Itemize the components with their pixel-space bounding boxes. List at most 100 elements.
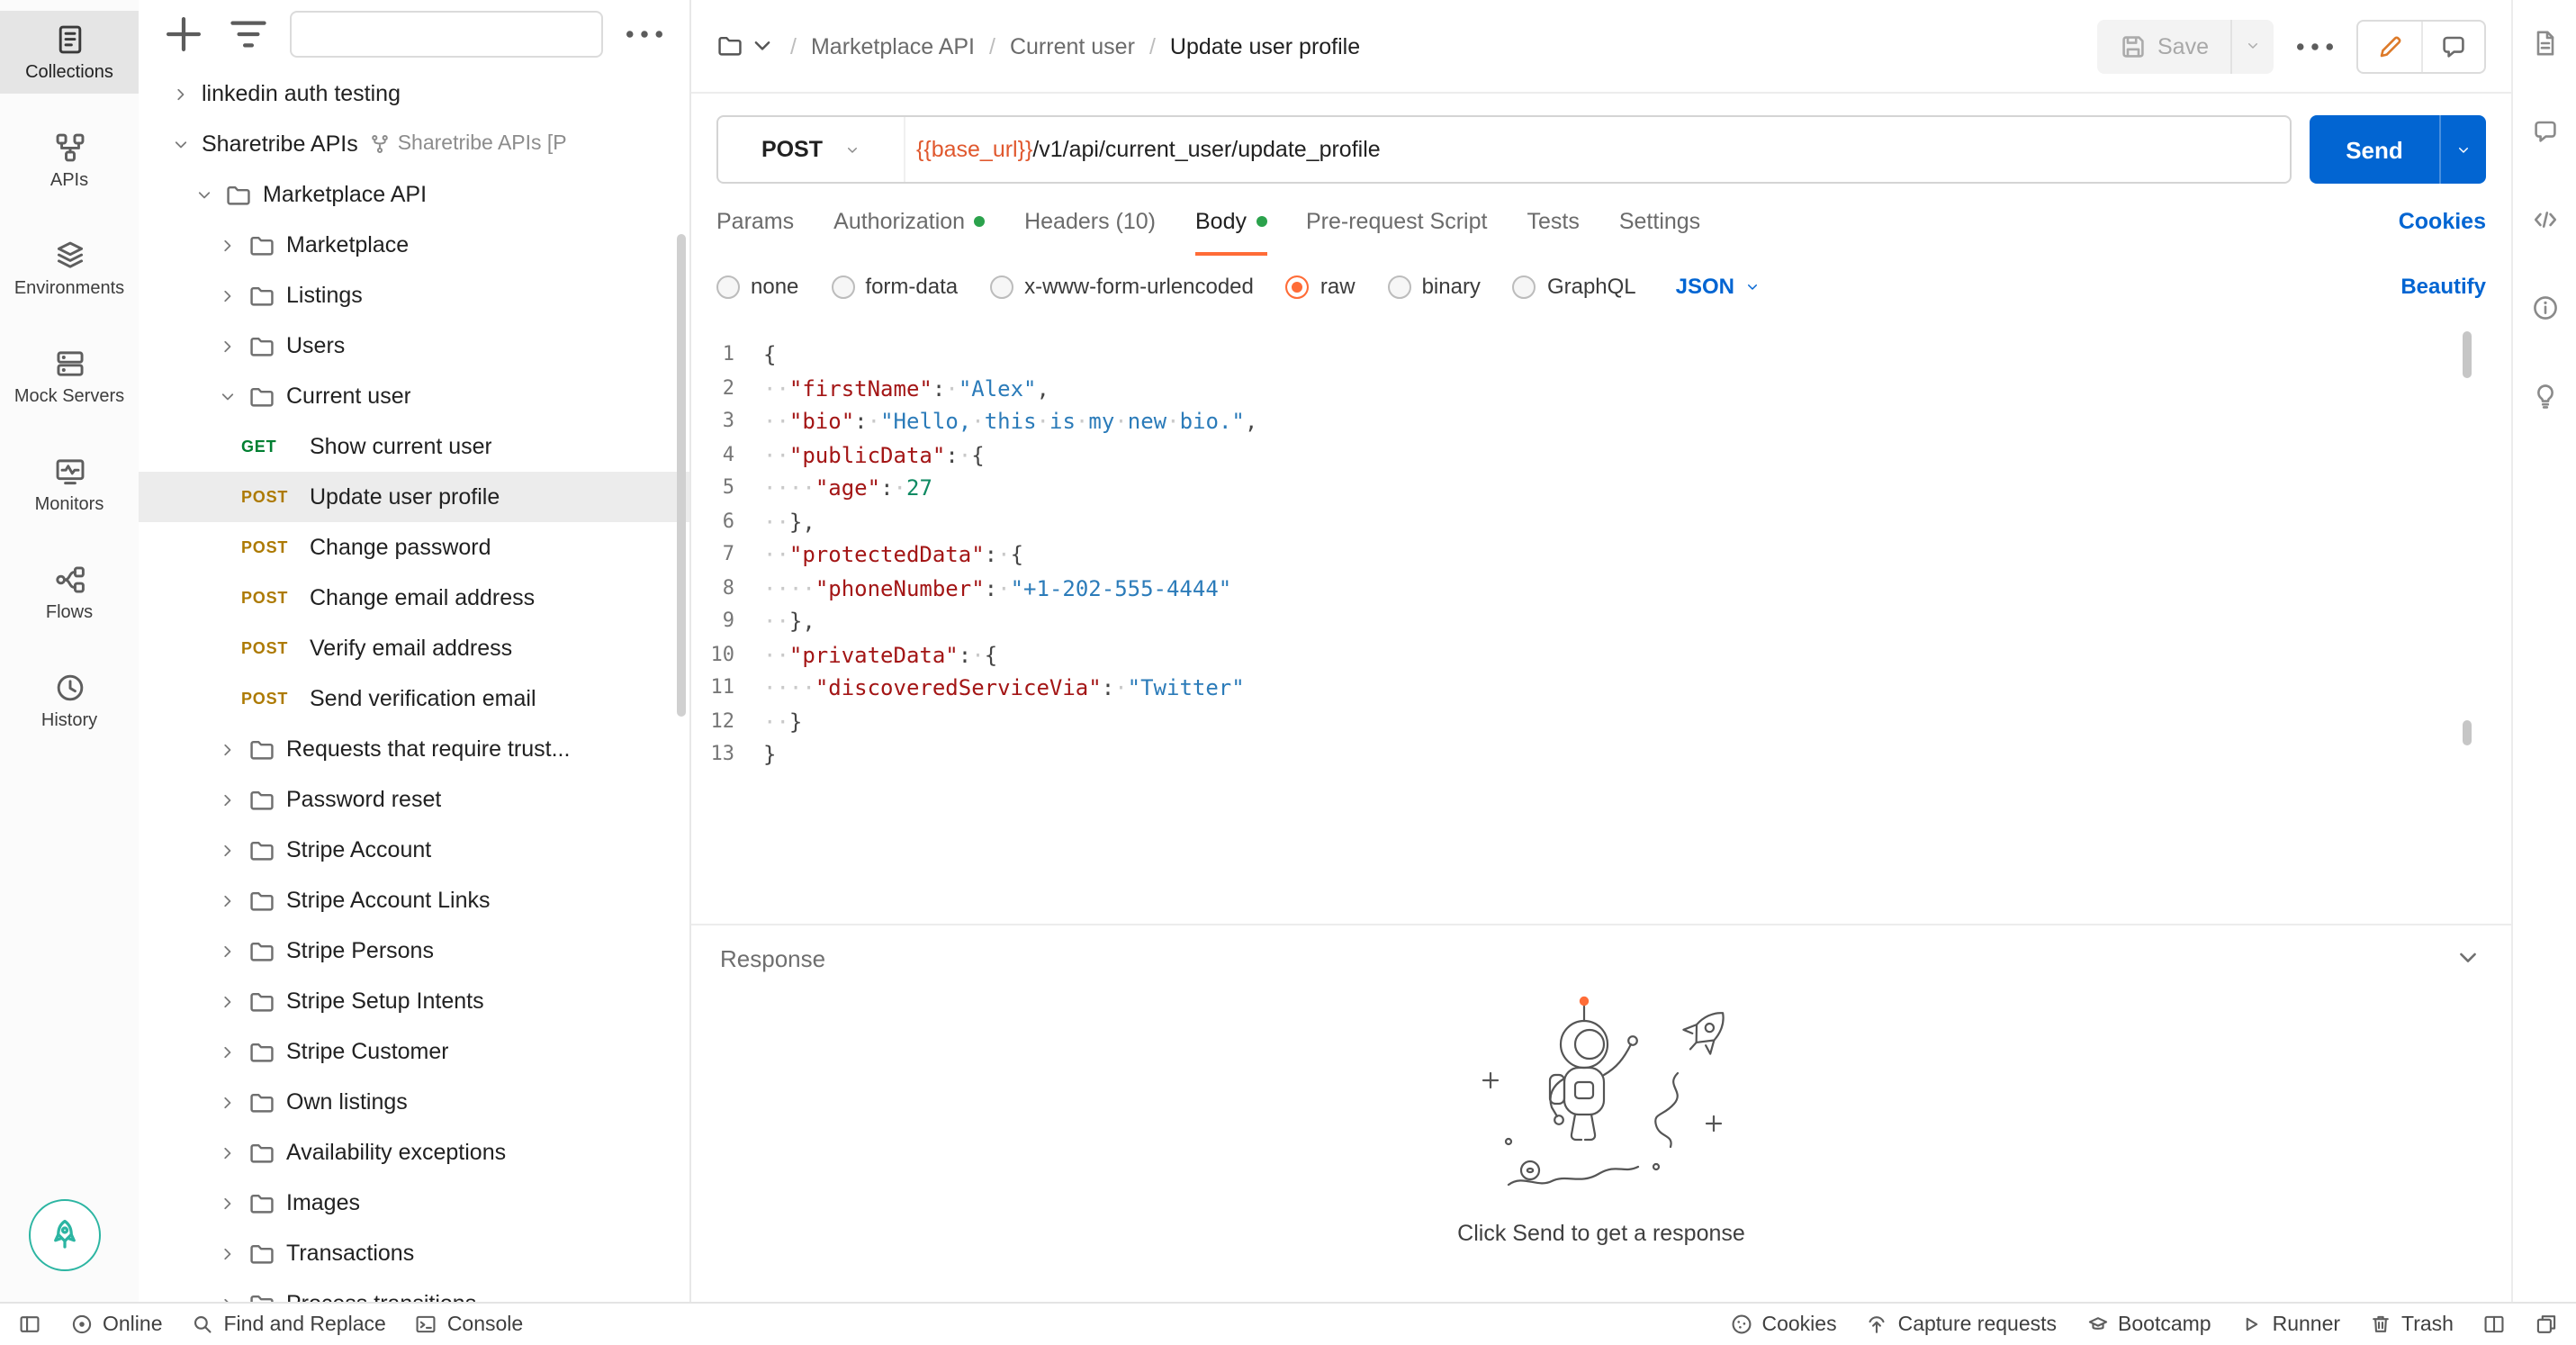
- editor-scrollbar-thumb[interactable]: [2463, 720, 2472, 745]
- sidebar-search-input[interactable]: [290, 11, 603, 58]
- status-runner[interactable]: Runner: [2240, 1313, 2340, 1336]
- body-type-x-www-form-urlencoded[interactable]: x-www-form-urlencoded: [990, 274, 1254, 299]
- tree-item-stripe-customer[interactable]: Stripe Customer: [139, 1026, 689, 1077]
- save-button[interactable]: Save: [2096, 19, 2230, 73]
- method-select[interactable]: POST: [718, 117, 905, 182]
- tree-item-own-listings[interactable]: Own listings: [139, 1077, 689, 1127]
- tree-item-availability-exceptions[interactable]: Availability exceptions: [139, 1127, 689, 1178]
- breadcrumb-collection[interactable]: Marketplace API: [811, 33, 975, 59]
- status-capture-requests[interactable]: Capture requests: [1866, 1313, 2057, 1336]
- sidebar-scrollbar-thumb[interactable]: [677, 234, 686, 717]
- body-editor[interactable]: 1{2 ··"firstName":·"Alex", 3 ··"bio":·"Hell…: [691, 317, 2511, 925]
- tree-item-linkedin-auth-testing[interactable]: linkedin auth testing: [139, 68, 689, 119]
- workspace-switcher[interactable]: [716, 32, 776, 59]
- rail-item-apis[interactable]: APIs: [0, 119, 139, 202]
- tree-item-update-user-profile[interactable]: POST Update user profile: [139, 472, 689, 522]
- tab-params[interactable]: Params: [716, 187, 794, 256]
- tree-item-send-verification-email[interactable]: POST Send verification email: [139, 673, 689, 724]
- comments-button[interactable]: [2421, 21, 2484, 71]
- comments-icon[interactable]: [2530, 117, 2559, 146]
- tree-item-sharetribe-apis[interactable]: Sharetribe APIs Sharetribe APIs [P: [139, 119, 689, 169]
- code-line[interactable]: 4 ··"publicData":·{: [691, 438, 2511, 472]
- rail-item-mock-servers[interactable]: Mock Servers: [0, 335, 139, 418]
- code-line[interactable]: 7 ··"protectedData":·{: [691, 538, 2511, 572]
- tree-item-users[interactable]: Users: [139, 320, 689, 371]
- code-line[interactable]: 6 ··},: [691, 505, 2511, 538]
- beautify-link[interactable]: Beautify: [2400, 274, 2486, 299]
- code-line[interactable]: 10 ··"privateData":·{: [691, 638, 2511, 672]
- radio-button[interactable]: [716, 275, 740, 298]
- tree-item-process-transitions[interactable]: Process transitions: [139, 1278, 689, 1302]
- status-split-pane-icon[interactable]: [2482, 1313, 2506, 1336]
- send-options-button[interactable]: [2439, 115, 2486, 184]
- tree-item-images[interactable]: Images: [139, 1178, 689, 1228]
- code-snippet-icon[interactable]: [2530, 205, 2559, 234]
- tab-body[interactable]: Body: [1195, 187, 1266, 256]
- url-input[interactable]: {{base_url}}/v1/api/current_user/update_…: [905, 117, 2290, 182]
- tree-item-current-user[interactable]: Current user: [139, 371, 689, 421]
- radio-button[interactable]: [1285, 275, 1310, 298]
- code-line[interactable]: 3 ··"bio":·"Hello,·this·is·my·new·bio.",: [691, 405, 2511, 438]
- tree-item-marketplace-api[interactable]: Marketplace API: [139, 169, 689, 220]
- radio-button[interactable]: [831, 275, 855, 298]
- lightbulb-icon[interactable]: [2530, 382, 2559, 411]
- tree-item-show-current-user[interactable]: GET Show current user: [139, 421, 689, 472]
- filter-button[interactable]: [225, 11, 272, 58]
- tab-pre-request-script[interactable]: Pre-request Script: [1306, 187, 1487, 256]
- tree-item-password-reset[interactable]: Password reset: [139, 774, 689, 825]
- response-collapse-chevron-icon[interactable]: [2454, 943, 2482, 972]
- tree-item-transactions[interactable]: Transactions: [139, 1228, 689, 1278]
- rail-item-monitors[interactable]: Monitors: [0, 443, 139, 526]
- tab-settings[interactable]: Settings: [1619, 187, 1700, 256]
- documentation-icon[interactable]: [2530, 29, 2559, 58]
- send-button[interactable]: Send: [2310, 115, 2439, 184]
- rail-item-flows[interactable]: Flows: [0, 551, 139, 634]
- rail-item-collections[interactable]: Collections: [0, 11, 139, 94]
- cookies-link[interactable]: Cookies: [2399, 209, 2486, 234]
- tab-tests[interactable]: Tests: [1527, 187, 1579, 256]
- code-line[interactable]: 11 ····"discoveredServiceVia":·"Twitter": [691, 672, 2511, 705]
- body-type-form-data[interactable]: form-data: [831, 274, 958, 299]
- tree-item-stripe-persons[interactable]: Stripe Persons: [139, 925, 689, 976]
- radio-button[interactable]: [1387, 275, 1411, 298]
- status-find-and-replace[interactable]: Find and Replace: [192, 1313, 386, 1336]
- request-more-button[interactable]: [2292, 23, 2338, 69]
- code-line[interactable]: 1{: [691, 339, 2511, 372]
- tree-item-change-password[interactable]: POST Change password: [139, 522, 689, 573]
- tree-item-stripe-setup-intents[interactable]: Stripe Setup Intents: [139, 976, 689, 1026]
- status-trash[interactable]: Trash: [2369, 1313, 2454, 1336]
- save-options-button[interactable]: [2230, 19, 2274, 73]
- rail-item-environments[interactable]: Environments: [0, 227, 139, 310]
- language-select[interactable]: JSON: [1676, 274, 1760, 299]
- info-icon[interactable]: [2530, 293, 2559, 322]
- radio-button[interactable]: [990, 275, 1014, 298]
- status-new-window-icon[interactable]: [2535, 1313, 2558, 1336]
- body-type-binary[interactable]: binary: [1387, 274, 1481, 299]
- tab-authorization[interactable]: Authorization: [833, 187, 986, 256]
- tree-item-listings[interactable]: Listings: [139, 270, 689, 320]
- editor-scrollbar-thumb[interactable]: [2463, 331, 2472, 378]
- code-line[interactable]: 12 ··}: [691, 705, 2511, 738]
- edit-mode-button[interactable]: [2358, 21, 2421, 71]
- code-line[interactable]: 5 ····"age":·27: [691, 472, 2511, 505]
- code-line[interactable]: 13}: [691, 738, 2511, 772]
- status-sidebar-toggle-icon[interactable]: [18, 1313, 41, 1336]
- tree-item-requests-that-require-trust[interactable]: Requests that require trust...: [139, 724, 689, 774]
- status-console[interactable]: Console: [415, 1313, 523, 1336]
- rail-item-history[interactable]: History: [0, 659, 139, 742]
- tree-item-marketplace[interactable]: Marketplace: [139, 220, 689, 270]
- add-button[interactable]: [160, 11, 207, 58]
- code-line[interactable]: 9 ··},: [691, 605, 2511, 638]
- radio-button[interactable]: [1512, 275, 1536, 298]
- tree-item-stripe-account[interactable]: Stripe Account: [139, 825, 689, 875]
- code-line[interactable]: 2 ··"firstName":·"Alex",: [691, 372, 2511, 405]
- tree-item-change-email-address[interactable]: POST Change email address: [139, 573, 689, 623]
- status-online[interactable]: Online: [70, 1313, 163, 1336]
- sidebar-more-button[interactable]: [621, 11, 668, 58]
- rocket-badge[interactable]: [29, 1199, 101, 1271]
- tree-item-verify-email-address[interactable]: POST Verify email address: [139, 623, 689, 673]
- status-bootcamp[interactable]: Bootcamp: [2085, 1313, 2211, 1336]
- code-line[interactable]: 8 ····"phoneNumber":·"+1-202-555-4444": [691, 572, 2511, 605]
- breadcrumb-folder[interactable]: Current user: [1010, 33, 1135, 59]
- tab-headers-10[interactable]: Headers (10): [1024, 187, 1156, 256]
